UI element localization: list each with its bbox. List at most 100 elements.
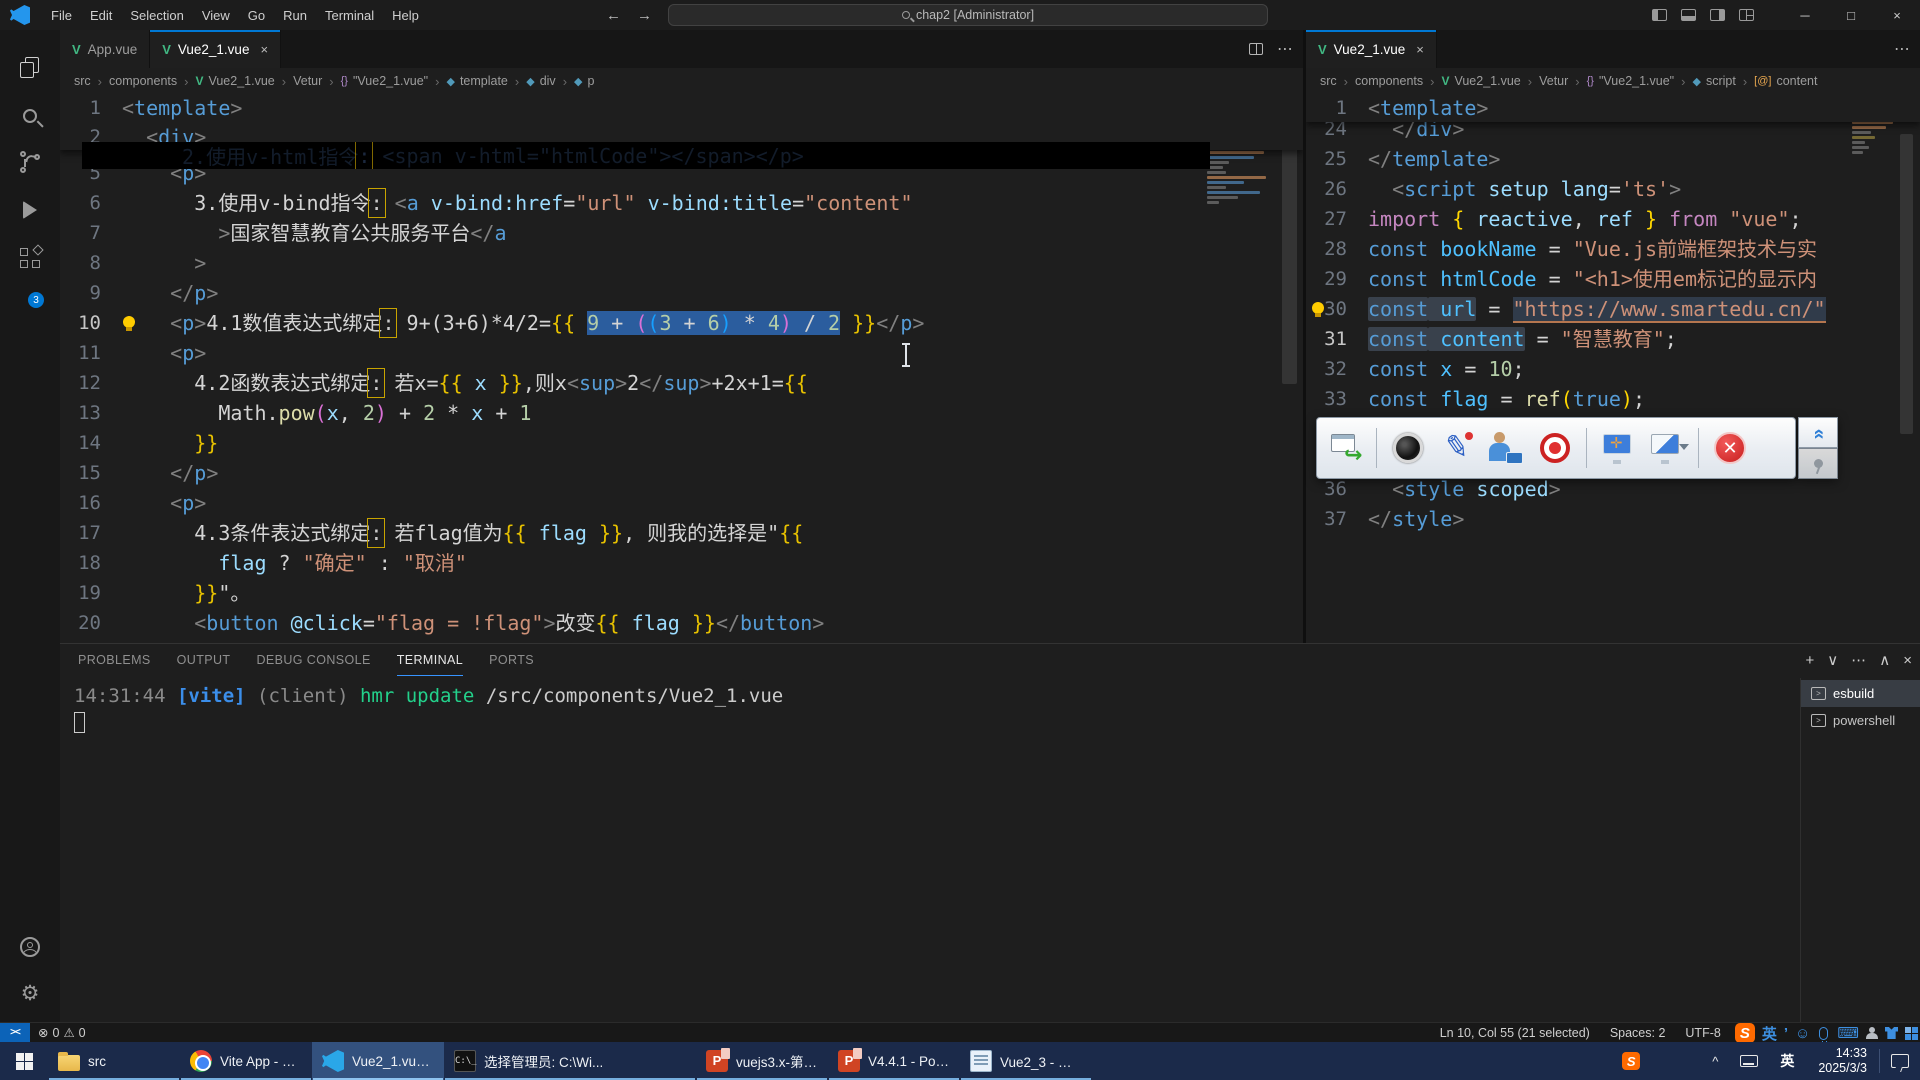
more-actions-icon[interactable]: ⋯ bbox=[1894, 39, 1910, 59]
new-terminal-icon[interactable]: + bbox=[1806, 652, 1815, 669]
code-line-20[interactable]: 20 <button @click="flag = !flag">改变{{ fl… bbox=[60, 608, 1303, 638]
tray-touch-keyboard-icon[interactable] bbox=[1740, 1055, 1758, 1067]
lightbulb-icon[interactable] bbox=[123, 316, 135, 328]
code-line-7[interactable]: 7 >国家智慧教育公共服务平台</a bbox=[60, 218, 1303, 248]
breadcrumb-item[interactable]: div bbox=[540, 74, 556, 88]
taskbar-item-v4-4-1-powerpoi-[interactable]: PV4.4.1 - PowerPoi... bbox=[828, 1042, 960, 1080]
tray-clock[interactable]: 14:33 2025/3/3 bbox=[1806, 1046, 1879, 1076]
code-line-10[interactable]: 10 <p>4.1数值表达式绑定: 9+(3+6)*4/2={{ 9 + ((3… bbox=[60, 308, 1303, 338]
breadcrumb-item[interactable]: script bbox=[1706, 74, 1736, 88]
toggle-secondary-sidebar-icon[interactable] bbox=[1710, 9, 1725, 21]
cursor-position-status[interactable]: Ln 10, Col 55 (21 selected) bbox=[1434, 1026, 1596, 1040]
panel-tab-terminal[interactable]: TERMINAL bbox=[397, 644, 463, 676]
tab-Vue2_1.vue[interactable]: VVue2_1.vue× bbox=[150, 30, 281, 68]
breadcrumb-item[interactable]: "Vue2_1.vue" bbox=[1599, 74, 1674, 88]
breadcrumb-item[interactable]: Vetur bbox=[1539, 74, 1568, 88]
tab-close-icon[interactable]: × bbox=[260, 42, 268, 57]
taskbar-item-vue2-3-[interactable]: Vue2_3 - 记事本 bbox=[960, 1042, 1092, 1080]
breadcrumb[interactable]: src›components›VVue2_1.vue›Vetur›{}"Vue2… bbox=[1306, 68, 1920, 94]
terminal-session-powershell[interactable]: >powershell bbox=[1801, 707, 1920, 734]
screen-switch-button[interactable] bbox=[1649, 428, 1685, 468]
breadcrumb-item[interactable]: content bbox=[1776, 74, 1817, 88]
pen-button[interactable]: ✎ bbox=[1439, 428, 1475, 468]
code-line-14[interactable]: 14 }} bbox=[60, 428, 1303, 458]
code-editor[interactable]: 5 <p>6 3.使用v-bind指令: <a v-bind:href="url… bbox=[60, 94, 1303, 643]
code-line-37[interactable]: 37</style> bbox=[1306, 504, 1920, 534]
customize-layout-icon[interactable] bbox=[1739, 9, 1754, 21]
breadcrumb-item[interactable]: Vetur bbox=[293, 74, 322, 88]
toolbar-pin-button[interactable] bbox=[1798, 448, 1838, 479]
taskbar-item-src[interactable]: src bbox=[48, 1042, 180, 1080]
sogou-icon[interactable]: S bbox=[1735, 1023, 1755, 1043]
breadcrumb-item[interactable]: template bbox=[460, 74, 508, 88]
code-line-8[interactable]: 8 > bbox=[60, 248, 1303, 278]
code-line-27[interactable]: 27import { reactive, ref } from "vue"; bbox=[1306, 204, 1920, 234]
code-line-16[interactable]: 16 <p> bbox=[60, 488, 1303, 518]
panel-tab-output[interactable]: OUTPUT bbox=[177, 644, 231, 676]
breadcrumb[interactable]: src›components›VVue2_1.vue›Vetur›{}"Vue2… bbox=[60, 68, 1303, 94]
record-button[interactable] bbox=[1537, 428, 1573, 468]
ime-mic-icon[interactable] bbox=[1819, 1027, 1828, 1040]
menu-view[interactable]: View bbox=[193, 8, 239, 23]
tab-App.vue[interactable]: VApp.vue bbox=[60, 30, 150, 68]
nav-back-icon[interactable]: ← bbox=[606, 7, 621, 24]
code-line-1[interactable]: 1<template> bbox=[1306, 94, 1920, 122]
breadcrumb-item[interactable]: "Vue2_1.vue" bbox=[353, 74, 428, 88]
command-center-search[interactable]: chap2 [Administrator] bbox=[668, 4, 1268, 26]
extensions-icon[interactable] bbox=[0, 238, 60, 278]
ime-skin-icon[interactable] bbox=[1885, 1027, 1898, 1039]
ime-toolbox-icon[interactable] bbox=[1905, 1027, 1918, 1040]
ime-punctuation-icon[interactable]: ’ bbox=[1784, 1025, 1788, 1042]
window-maximize-button[interactable]: □ bbox=[1828, 0, 1874, 30]
menu-terminal[interactable]: Terminal bbox=[316, 8, 383, 23]
code-line-31[interactable]: 31const content = "智慧教育"; bbox=[1306, 324, 1920, 354]
code-line-6[interactable]: 6 3.使用v-bind指令: <a v-bind:href="url" v-b… bbox=[60, 188, 1303, 218]
remote-indicator[interactable]: >< bbox=[0, 1023, 30, 1043]
terminal-dropdown-icon[interactable]: ∨ bbox=[1827, 651, 1838, 669]
code-line-28[interactable]: 28const bookName = "Vue.js前端框架技术与实 bbox=[1306, 234, 1920, 264]
code-line-25[interactable]: 25</template> bbox=[1306, 144, 1920, 174]
split-editor-icon[interactable] bbox=[1249, 43, 1263, 55]
code-line-15[interactable]: 15 </p> bbox=[60, 458, 1303, 488]
breadcrumb-item[interactable]: src bbox=[74, 74, 91, 88]
code-editor[interactable]: 24 </div>25</template>26 <script setup l… bbox=[1306, 94, 1920, 643]
more-actions-icon[interactable]: ⋯ bbox=[1277, 39, 1293, 59]
code-line-9[interactable]: 9 </p> bbox=[60, 278, 1303, 308]
breadcrumb-item[interactable]: components bbox=[109, 74, 177, 88]
scrollbar[interactable] bbox=[1900, 134, 1913, 434]
account-icon[interactable] bbox=[0, 927, 60, 967]
search-sidebar-icon[interactable] bbox=[0, 96, 60, 136]
terminal-session-esbuild[interactable]: >esbuild bbox=[1801, 680, 1920, 707]
code-line-11[interactable]: 11 <p> bbox=[60, 338, 1303, 368]
taskbar-item--c-wi-[interactable]: C:\_选择管理员: C:\Wi... bbox=[444, 1042, 696, 1080]
panel-maximize-icon[interactable]: ∧ bbox=[1879, 651, 1890, 669]
source-control-icon[interactable] bbox=[0, 142, 60, 182]
code-line-17[interactable]: 17 4.3条件表达式绑定: 若flag值为{{ flag }}, 则我的选择是… bbox=[60, 518, 1303, 548]
lightbulb-icon[interactable] bbox=[1312, 302, 1324, 314]
problems-status[interactable]: ⊗0 ⚠0 bbox=[30, 1025, 94, 1040]
ime-language-toggle[interactable]: 英 bbox=[1762, 1023, 1777, 1044]
settings-gear-icon[interactable]: ⚙ bbox=[0, 973, 60, 1013]
menu-selection[interactable]: Selection bbox=[121, 8, 192, 23]
breadcrumb-item[interactable]: Vue2_1.vue bbox=[208, 74, 274, 88]
run-debug-icon[interactable] bbox=[0, 190, 60, 230]
window-minimize-button[interactable]: ─ bbox=[1782, 0, 1828, 30]
tray-hidden-icons[interactable]: ^ bbox=[1700, 1054, 1730, 1069]
ime-emoji-icon[interactable]: ☺ bbox=[1795, 1025, 1810, 1042]
panel-tab-ports[interactable]: PORTS bbox=[489, 644, 534, 676]
presenter-button[interactable] bbox=[1488, 428, 1524, 468]
menu-file[interactable]: File bbox=[42, 8, 81, 23]
toggle-sidebar-icon[interactable] bbox=[1652, 9, 1667, 21]
code-line-12[interactable]: 12 4.2函数表达式绑定: 若x={{ x }},则x<sup>2</sup>… bbox=[60, 368, 1303, 398]
taskbar-item-vue2-1-vue-cha-[interactable]: Vue2_1.vue - cha... bbox=[312, 1042, 444, 1080]
encoding-status[interactable]: UTF-8 bbox=[1679, 1026, 1726, 1040]
code-line-1[interactable]: 1<template> bbox=[60, 94, 1303, 122]
tray-sogou-icon[interactable]: S bbox=[1622, 1052, 1640, 1070]
breadcrumb-item[interactable]: src bbox=[1320, 74, 1337, 88]
indentation-status[interactable]: Spaces: 2 bbox=[1604, 1026, 1672, 1040]
panel-tab-debug-console[interactable]: DEBUG CONSOLE bbox=[256, 644, 370, 676]
window-close-button[interactable]: × bbox=[1874, 0, 1920, 30]
tab-Vue2_1.vue[interactable]: VVue2_1.vue× bbox=[1306, 30, 1437, 68]
breadcrumb-item[interactable]: components bbox=[1355, 74, 1423, 88]
restore-window-button[interactable]: ↩ bbox=[1327, 428, 1363, 468]
